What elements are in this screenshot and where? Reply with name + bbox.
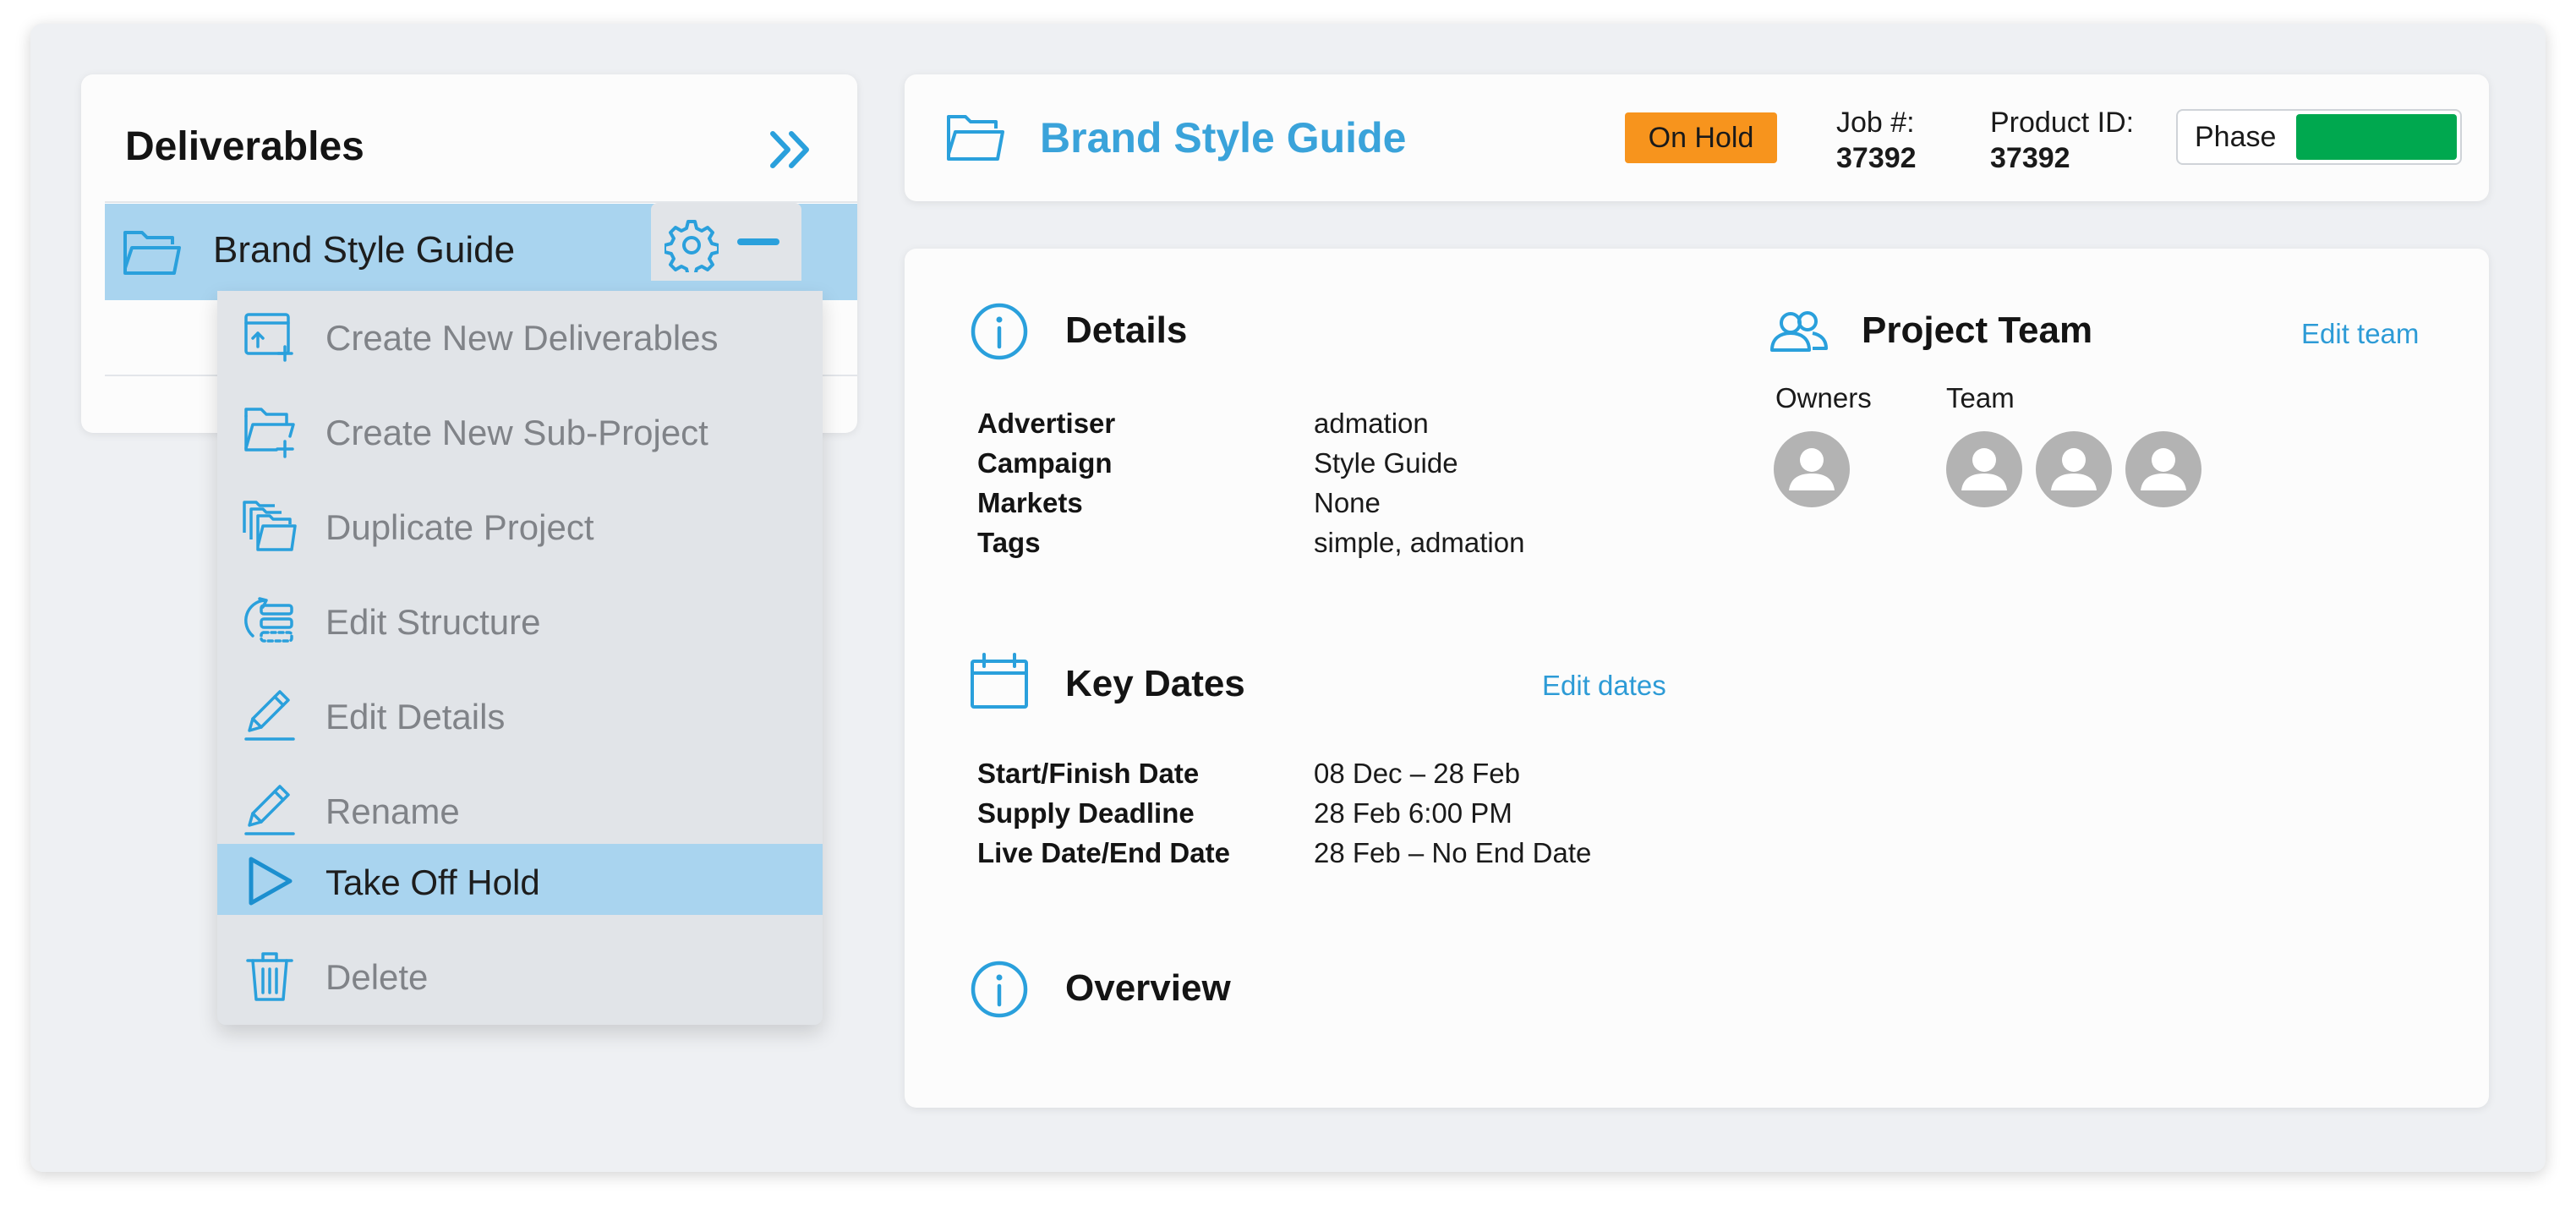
- menu-item-label: Take Off Hold: [325, 862, 540, 902]
- project-header: Brand Style Guide On Hold Job #: 37392 P…: [905, 74, 2489, 201]
- avatar[interactable]: [1774, 431, 1850, 507]
- menu-item-delete[interactable]: Delete: [217, 939, 823, 1010]
- avatar[interactable]: [1946, 431, 2022, 507]
- date-value: 08 Dec – 28 Feb: [1314, 758, 1520, 789]
- details-value: Style Guide: [1314, 447, 1458, 479]
- job-label: Job #:: [1836, 107, 1915, 139]
- edit-team-link[interactable]: Edit team: [2301, 318, 2419, 350]
- team-title: Project Team: [1862, 309, 2093, 351]
- menu-item-create-deliverables[interactable]: Create New Deliverables: [217, 299, 823, 370]
- calendar-icon: [969, 651, 1030, 712]
- folder-icon: [945, 113, 1006, 162]
- team-icon: [1769, 304, 1829, 365]
- menu-item-edit-details[interactable]: Edit Details: [217, 678, 823, 749]
- trash-icon: [243, 949, 297, 1003]
- duplicate-icon: [243, 499, 297, 553]
- panel-title: Deliverables: [125, 124, 364, 169]
- status-badge[interactable]: On Hold: [1625, 112, 1777, 163]
- details-value: None: [1314, 487, 1381, 518]
- phase-label: Phase: [2195, 121, 2277, 153]
- details-key: Campaign: [977, 447, 1113, 479]
- minus-icon[interactable]: [737, 238, 779, 245]
- info-icon: [969, 301, 1030, 362]
- date-value: 28 Feb – No End Date: [1314, 837, 1592, 868]
- details-key: Tags: [977, 527, 1041, 558]
- product-id: Product ID: 37392: [1990, 105, 2134, 176]
- menu-item-label: Create New Sub-Project: [325, 413, 708, 452]
- play-icon: [243, 854, 297, 908]
- date-key: Live Date/End Date: [977, 837, 1230, 868]
- product-label: Product ID:: [1990, 107, 2135, 139]
- overview-title: Overview: [1065, 967, 1231, 1009]
- menu-item-create-subproject[interactable]: Create New Sub-Project: [217, 394, 823, 465]
- menu-item-label: Rename: [325, 791, 460, 831]
- menu-item-label: Edit Details: [325, 697, 506, 736]
- details-title: Details: [1065, 309, 1188, 351]
- menu-item-label: Edit Structure: [325, 602, 541, 642]
- context-menu: Create New Deliverables Create New Sub-P…: [217, 291, 823, 1025]
- job-number: Job #: 37392: [1836, 105, 1917, 176]
- create-deliverable-icon: [243, 309, 297, 364]
- menu-item-take-off-hold[interactable]: Take Off Hold: [217, 844, 823, 915]
- details-key: Markets: [977, 487, 1083, 518]
- project-details-card: Details Advertiser admation Campaign Sty…: [905, 249, 2489, 1108]
- details-key: Advertiser: [977, 408, 1116, 439]
- menu-item-label: Duplicate Project: [325, 507, 594, 547]
- phase-indicator[interactable]: Phase: [2176, 109, 2462, 165]
- details-value: admation: [1314, 408, 1429, 439]
- date-key: Start/Finish Date: [977, 758, 1200, 789]
- project-title: Brand Style Guide: [1040, 114, 1407, 162]
- gear-icon[interactable]: [663, 218, 720, 277]
- details-value: simple, admation: [1314, 527, 1525, 558]
- row-actions: [651, 203, 801, 281]
- edit-dates-link[interactable]: Edit dates: [1542, 670, 1666, 702]
- pencil-icon: [243, 688, 297, 742]
- edit-structure-icon: [243, 594, 297, 648]
- key-dates-title: Key Dates: [1065, 663, 1245, 704]
- product-value: 37392: [1990, 142, 2070, 174]
- create-subproject-icon: [243, 404, 297, 458]
- team-label: Team: [1946, 382, 2015, 413]
- menu-item-edit-structure[interactable]: Edit Structure: [217, 583, 823, 654]
- date-value: 28 Feb 6:00 PM: [1314, 797, 1512, 829]
- job-value: 37392: [1836, 142, 1917, 174]
- menu-item-label: Create New Deliverables: [325, 318, 719, 358]
- menu-item-rename[interactable]: Rename: [217, 773, 823, 844]
- owners-label: Owners: [1775, 382, 1872, 413]
- folder-icon: [122, 229, 183, 276]
- info-icon: [969, 959, 1030, 1020]
- phase-progress-bar: [2296, 114, 2457, 160]
- date-key: Supply Deadline: [977, 797, 1195, 829]
- double-chevron-right-icon[interactable]: [766, 129, 817, 171]
- tree-item-label: Brand Style Guide: [213, 229, 516, 271]
- avatar[interactable]: [2125, 431, 2201, 507]
- menu-item-duplicate-project[interactable]: Duplicate Project: [217, 489, 823, 560]
- avatar[interactable]: [2036, 431, 2112, 507]
- pencil-icon: [243, 783, 297, 837]
- menu-item-label: Delete: [325, 957, 429, 997]
